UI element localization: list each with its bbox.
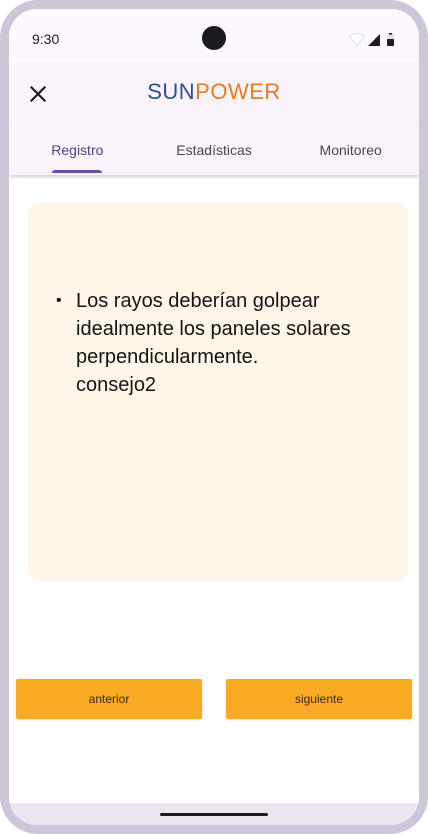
- tip-text: Los rayos deberían golpear idealmente lo…: [76, 290, 351, 396]
- bullet-icon: •: [56, 292, 62, 309]
- app-bar: SUNPOWER: [9, 63, 419, 121]
- status-bar: 9:30: [9, 9, 419, 63]
- next-button[interactable]: siguiente: [226, 679, 412, 719]
- phone-frame: 9:30 SUNPOWER Registro Estadísticas Moni…: [0, 0, 428, 834]
- signal-icon: [368, 34, 380, 46]
- tab-active-indicator: [52, 170, 103, 173]
- app-logo: SUNPOWER: [9, 79, 419, 105]
- tip-card: • Los rayos deberían golpear idealmente …: [28, 203, 408, 581]
- tip-item: • Los rayos deberían golpear idealmente …: [56, 287, 388, 399]
- tab-label: Monitoreo: [319, 142, 382, 158]
- tab-registro[interactable]: Registro: [9, 121, 146, 175]
- brand-power: POWER: [195, 79, 281, 104]
- camera-cutout: [202, 26, 226, 50]
- tab-label: Registro: [51, 142, 104, 158]
- wifi-icon: [349, 33, 366, 47]
- screen: 9:30 SUNPOWER Registro Estadísticas Moni…: [9, 9, 419, 825]
- tip-list: • Los rayos deberían golpear idealmente …: [56, 287, 388, 399]
- battery-icon: [387, 33, 394, 46]
- previous-button[interactable]: anterior: [16, 679, 202, 719]
- gesture-bar: [9, 803, 419, 825]
- tab-label: Estadísticas: [176, 142, 252, 158]
- brand-sun: SUN: [147, 79, 196, 104]
- tab-bar: Registro Estadísticas Monitoreo: [9, 121, 419, 175]
- status-time: 9:30: [32, 31, 60, 47]
- tab-monitoreo[interactable]: Monitoreo: [282, 121, 419, 175]
- status-icons: [349, 33, 397, 47]
- tab-estadisticas[interactable]: Estadísticas: [146, 121, 283, 175]
- home-indicator[interactable]: [160, 813, 268, 816]
